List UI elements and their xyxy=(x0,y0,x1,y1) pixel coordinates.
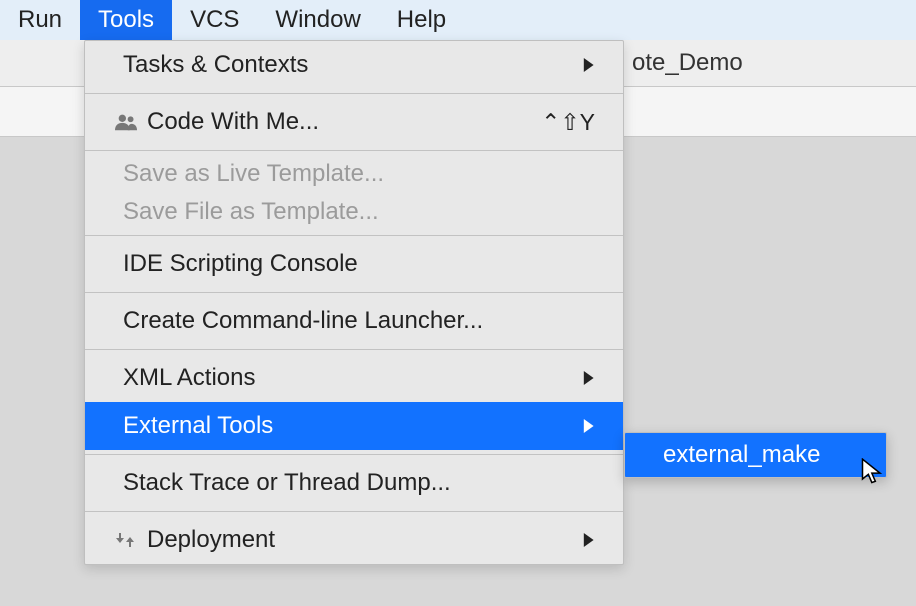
menu-item-stack-trace[interactable]: Stack Trace or Thread Dump... xyxy=(85,459,623,507)
menu-item-label: Save File as Template... xyxy=(123,198,595,226)
menu-separator xyxy=(85,150,623,151)
submenu-arrow-icon xyxy=(581,412,595,440)
tools-dropdown: Tasks & Contexts Code With Me... ⌃⇧Y Sav… xyxy=(84,40,624,565)
menu-item-save-live-template: Save as Live Template... xyxy=(85,155,623,193)
menubar: Run Tools VCS Window Help xyxy=(0,0,916,40)
deploy-icon xyxy=(115,531,141,549)
menubar-item-help[interactable]: Help xyxy=(379,0,464,40)
menu-item-external-tools[interactable]: External Tools xyxy=(85,402,623,450)
submenu-arrow-icon xyxy=(581,51,595,79)
menu-separator xyxy=(85,93,623,94)
menu-separator xyxy=(85,235,623,236)
submenu-item-external-make[interactable]: external_make xyxy=(625,433,886,477)
menubar-item-run[interactable]: Run xyxy=(0,0,80,40)
menubar-item-vcs[interactable]: VCS xyxy=(172,0,257,40)
menu-separator xyxy=(85,292,623,293)
submenu-item-label: external_make xyxy=(663,441,820,469)
menu-item-label: Deployment xyxy=(147,526,581,554)
menu-item-xml-actions[interactable]: XML Actions xyxy=(85,354,623,402)
menu-item-label: Create Command-line Launcher... xyxy=(123,307,595,335)
menu-item-label: Stack Trace or Thread Dump... xyxy=(123,469,595,497)
menubar-item-window[interactable]: Window xyxy=(257,0,378,40)
menu-item-label: Code With Me... xyxy=(147,108,541,136)
menu-item-label: XML Actions xyxy=(123,364,581,392)
menu-item-tasks-contexts[interactable]: Tasks & Contexts xyxy=(85,41,623,89)
submenu-arrow-icon xyxy=(581,526,595,554)
menu-item-deployment[interactable]: Deployment xyxy=(85,516,623,564)
menubar-item-tools[interactable]: Tools xyxy=(80,0,172,40)
menu-item-label: Tasks & Contexts xyxy=(123,51,581,79)
menu-item-code-with-me[interactable]: Code With Me... ⌃⇧Y xyxy=(85,98,623,146)
menu-item-label: Save as Live Template... xyxy=(123,160,595,188)
toolbar-visible-text: ote_Demo xyxy=(632,49,743,77)
menu-item-ide-scripting[interactable]: IDE Scripting Console xyxy=(85,240,623,288)
menu-item-save-file-template: Save File as Template... xyxy=(85,193,623,231)
menu-separator xyxy=(85,349,623,350)
menu-item-label: IDE Scripting Console xyxy=(123,250,595,278)
external-tools-submenu: external_make xyxy=(624,432,887,478)
menu-item-shortcut: ⌃⇧Y xyxy=(541,109,595,136)
menu-item-label: External Tools xyxy=(123,412,581,440)
submenu-arrow-icon xyxy=(581,364,595,392)
menu-separator xyxy=(85,511,623,512)
menu-item-create-launcher[interactable]: Create Command-line Launcher... xyxy=(85,297,623,345)
people-icon xyxy=(115,113,141,131)
menu-separator xyxy=(85,454,623,455)
